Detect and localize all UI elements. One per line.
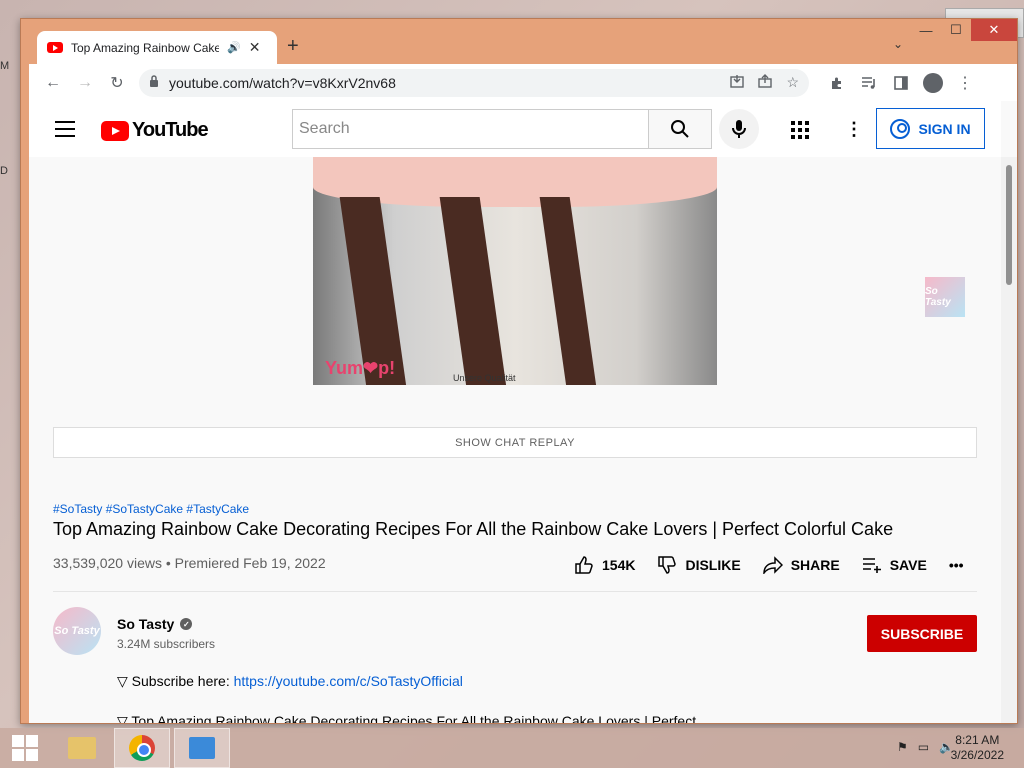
- settings-more-icon[interactable]: ⋮: [845, 119, 863, 140]
- save-label: SAVE: [889, 557, 927, 573]
- subscribe-button[interactable]: SUBSCRIBE: [867, 615, 977, 652]
- desktop-label: M: [0, 60, 10, 72]
- voice-search-button[interactable]: [719, 109, 759, 149]
- microphone-icon: [732, 120, 746, 138]
- subscribe-link[interactable]: https://youtube.com/c/SoTastyOfficial: [234, 673, 463, 689]
- media-controls-icon[interactable]: [853, 69, 885, 97]
- more-actions-button[interactable]: •••: [949, 557, 964, 573]
- video-frame-stripe: [539, 197, 597, 385]
- browser-toolbar: ← → ↻ youtube.com/watch?v=v8KxrV2nv68 ☆: [29, 64, 1017, 101]
- system-tray: ⚑ ▭ 🔈: [897, 740, 954, 754]
- start-button-windows-icon[interactable]: [0, 728, 50, 768]
- tab-strip: Top Amazing Rainbow Cake Decorating Reci…: [29, 27, 1017, 64]
- playlist-add-icon: [862, 558, 881, 573]
- action-center-flag-icon[interactable]: ⚑: [897, 740, 908, 754]
- user-icon: [890, 118, 911, 139]
- search-input[interactable]: Search: [292, 109, 649, 149]
- subscriber-count: 3.24M subscribers: [117, 637, 216, 651]
- channel-name[interactable]: So Tasty ✓: [117, 616, 193, 632]
- channel-avatar[interactable]: So Tasty: [53, 607, 101, 655]
- video-frame-stripe: [339, 197, 407, 385]
- show-chat-replay-button[interactable]: SHOW CHAT REPLAY: [53, 427, 977, 458]
- profile-avatar[interactable]: [917, 69, 949, 97]
- video-jar-label: Unsere Qualität: [453, 373, 516, 383]
- youtube-favicon-icon: [47, 42, 63, 53]
- thumbs-down-icon: [658, 556, 677, 574]
- extensions-icon[interactable]: [821, 69, 853, 97]
- browser-window: — ☐ ✕ Top Amazing Rainbow Cake Decoratin…: [20, 18, 1018, 724]
- share-label: SHARE: [790, 557, 840, 573]
- view-count: 33,539,020 views • Premiered Feb 19, 202…: [53, 555, 326, 571]
- forward-button[interactable]: →: [69, 69, 101, 97]
- side-panel-icon[interactable]: [885, 69, 917, 97]
- tab-close-icon[interactable]: ✕: [249, 39, 261, 56]
- app-taskbar-item[interactable]: [174, 728, 230, 768]
- apps-grid-icon[interactable]: [791, 121, 809, 144]
- save-button[interactable]: SAVE: [862, 557, 927, 573]
- description-line: ▽ Subscribe here: https://youtube.com/c/…: [117, 673, 463, 690]
- channel-name-label[interactable]: So Tasty: [117, 616, 174, 632]
- like-button[interactable]: 154K: [574, 555, 635, 575]
- video-player[interactable]: Yum❤p! Unsere Qualität: [313, 157, 717, 385]
- search-button[interactable]: [648, 109, 712, 149]
- youtube-page: YouTube Search ⋮ SIGN IN Yum❤p! Unsere Q…: [29, 101, 1017, 723]
- url-text[interactable]: youtube.com/watch?v=v8KxrV2nv68: [169, 75, 720, 91]
- desktop-label: D: [0, 165, 8, 177]
- network-icon[interactable]: ▭: [918, 740, 929, 754]
- tab-search-icon[interactable]: ⌄: [893, 37, 903, 51]
- sign-in-label: SIGN IN: [918, 120, 971, 137]
- thumbs-up-icon: [575, 556, 593, 574]
- youtube-header: YouTube Search ⋮ SIGN IN: [29, 101, 1001, 157]
- description-prefix: ▽ Subscribe here:: [117, 673, 234, 689]
- search-icon: [671, 120, 689, 138]
- lock-icon[interactable]: [149, 75, 159, 90]
- chrome-taskbar-item[interactable]: [114, 728, 170, 768]
- new-tab-button[interactable]: +: [287, 35, 299, 58]
- dislike-label: DISLIKE: [685, 557, 741, 573]
- dislike-button[interactable]: DISLIKE: [657, 555, 741, 575]
- file-explorer-taskbar-item[interactable]: [54, 728, 110, 768]
- reload-button[interactable]: ↻: [101, 69, 133, 97]
- youtube-logo[interactable]: YouTube: [101, 119, 209, 142]
- scroll-thumb[interactable]: [1006, 165, 1012, 285]
- tab-title: Top Amazing Rainbow Cake Decorating Reci…: [71, 40, 219, 55]
- speaker-icon[interactable]: 🔊: [227, 41, 241, 54]
- divider: [53, 591, 977, 592]
- address-bar[interactable]: youtube.com/watch?v=v8KxrV2nv68 ☆: [139, 68, 809, 97]
- browser-menu-icon[interactable]: ⋮: [949, 69, 981, 97]
- video-frame-stripe: [439, 197, 507, 385]
- verified-check-icon: ✓: [180, 618, 193, 630]
- browser-tab[interactable]: Top Amazing Rainbow Cake Decorating Reci…: [37, 31, 277, 64]
- system-clock[interactable]: 8:21 AM 3/26/2022: [951, 733, 1004, 763]
- app-icon: [189, 737, 215, 759]
- description-line: ▽ Top Amazing Rainbow Cake Decorating Re…: [117, 713, 697, 723]
- page-scrollbar[interactable]: [1001, 157, 1017, 723]
- share-button[interactable]: SHARE: [762, 556, 840, 574]
- bookmark-star-icon[interactable]: ☆: [786, 74, 799, 91]
- chrome-icon: [129, 735, 155, 761]
- windows-taskbar: ⚑ ▭ 🔈 8:21 AM 3/26/2022: [0, 728, 1024, 768]
- share-page-icon[interactable]: [758, 74, 773, 91]
- hamburger-menu-icon[interactable]: [55, 121, 75, 142]
- video-watermark-logo: Yum❤p!: [325, 358, 396, 378]
- hashtags[interactable]: #SoTasty #SoTastyCake #TastyCake: [53, 502, 249, 516]
- like-count: 154K: [602, 557, 636, 573]
- channel-watermark[interactable]: So Tasty: [925, 277, 965, 317]
- youtube-logo-text: YouTube: [132, 119, 209, 141]
- share-arrow-icon: [762, 556, 783, 574]
- folder-icon: [68, 737, 96, 759]
- clock-date: 3/26/2022: [950, 748, 1004, 762]
- youtube-play-icon: [101, 120, 129, 141]
- video-title: Top Amazing Rainbow Cake Decorating Reci…: [53, 519, 894, 539]
- clock-time: 8:21 AM: [955, 733, 1000, 747]
- sign-in-button[interactable]: SIGN IN: [876, 108, 985, 149]
- install-app-icon[interactable]: [730, 74, 745, 91]
- video-actions: 154K DISLIKE SHARE SAVE •••: [574, 555, 964, 575]
- back-button[interactable]: ←: [37, 69, 69, 97]
